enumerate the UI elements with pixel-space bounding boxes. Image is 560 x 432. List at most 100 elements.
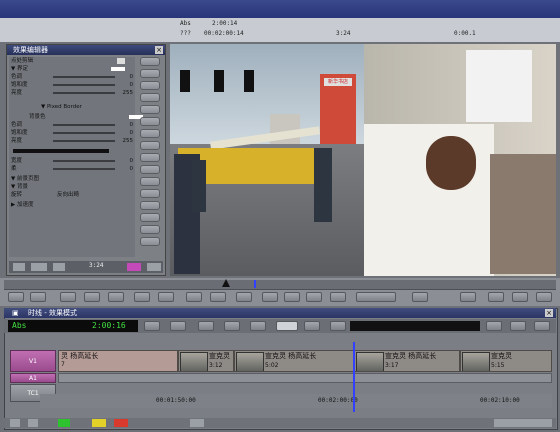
track-label-v1[interactable]: V1 [10,350,56,372]
param-row[interactable]: 亮度 255 [11,137,135,145]
timeline-tool-button[interactable] [304,321,320,331]
no-entry-icon[interactable] [198,321,214,331]
play-reverse-button[interactable] [284,292,300,302]
audio-icon[interactable] [330,321,346,331]
in-marker-icon[interactable] [222,279,230,287]
ruler-tick-label: 00:02:00:00 [318,397,358,404]
timeline-title: 时线 - 效果模式 [28,309,77,317]
param-row[interactable]: 色调 0 [11,121,135,129]
settings-icon[interactable] [28,419,38,427]
param-row[interactable]: ▼ 界定 [11,65,135,73]
step-back-button[interactable] [236,292,252,302]
side-button[interactable] [140,141,160,150]
splice-button[interactable] [60,292,76,302]
close-icon[interactable]: × [545,309,553,317]
keyframe-icon[interactable] [13,263,25,271]
effect-editor-panel: 效果编辑器 × 点处剪辑 ▼ 界定 色调 0 饱和度 0 亮度 255 ▼ Pixed… [6,44,166,276]
timeline-position-indicator[interactable] [353,342,355,412]
step-back-one-button[interactable] [262,292,278,302]
param-row[interactable]: 饱和度 0 [11,129,135,137]
zoom-icon[interactable] [140,177,160,186]
patient-image [426,136,476,190]
param-row[interactable]: 柔0 [11,165,135,173]
mark-out-button[interactable] [30,292,46,302]
track-label-a1[interactable]: A1 [10,373,56,383]
timeline-abs-label: Abs [12,321,27,330]
track-icon[interactable] [10,419,20,427]
param-row[interactable]: 亮度 255 [11,89,135,97]
timeline-clip[interactable]: 宣克灵 杨高延长 5:02 [234,350,354,372]
side-button[interactable] [140,165,160,174]
timeline-clip[interactable]: 灵 杨高延长 7 [58,350,178,372]
render-icon[interactable] [127,263,141,271]
timeline-clip[interactable]: 宣克灵 杨高延长 3:17 [354,350,460,372]
position-marker[interactable] [254,280,256,288]
side-button[interactable] [140,153,160,162]
green-status-icon[interactable] [58,419,70,427]
timeline-clip[interactable]: 宣克灵 5:15 [460,350,552,372]
timeline-title-bar: ▣ 时线 - 效果模式 × [4,308,556,318]
side-button[interactable] [140,93,160,102]
options-button[interactable] [536,292,552,302]
zoom-in-button[interactable] [488,292,504,302]
play-icon[interactable] [140,213,160,222]
track-tool-button[interactable] [144,321,160,331]
param-row[interactable]: 背景色 [11,113,153,121]
param-row[interactable]: ▼ 背景 [11,183,135,191]
scrub-bar[interactable] [4,279,556,290]
side-button[interactable] [140,117,160,126]
timeline-clip[interactable]: 宣克灵 3:12 [178,350,234,372]
play-button[interactable] [356,292,396,302]
side-button[interactable] [140,81,160,90]
param-row[interactable]: ▼ 前景页图 [11,175,135,183]
lift-button[interactable] [84,292,100,302]
hand-icon[interactable] [140,189,160,198]
grid-icon[interactable] [53,263,65,271]
go-end-button[interactable] [412,292,428,302]
frame-icon[interactable] [140,201,160,210]
param-row[interactable]: 色调 0 [11,73,135,81]
horizontal-scrollbar[interactable] [494,419,552,427]
param-row[interactable]: 宽度 0 [11,157,135,165]
list-view-button[interactable] [486,321,502,331]
zoom-out-button[interactable] [512,292,528,302]
extract-button[interactable] [108,292,124,302]
step-icon[interactable] [140,225,160,234]
side-button[interactable] [140,69,160,78]
split-tool-button[interactable] [250,321,266,331]
side-button[interactable] [140,129,160,138]
menu-button[interactable] [534,321,550,331]
close-icon[interactable]: × [155,46,163,54]
trim-button[interactable] [186,292,202,302]
sign-text: 新华书店 [324,78,352,86]
loop-icon[interactable] [140,237,160,246]
effect-mode-button[interactable] [276,321,298,331]
lift-tool-button[interactable] [224,321,240,331]
section-header: 点处剪辑 [11,57,135,65]
zoom-icon[interactable] [31,263,47,271]
side-button[interactable] [140,105,160,114]
step-forward-one-button[interactable] [306,292,322,302]
param-row[interactable]: 饱和度 0 [11,81,135,89]
red-status-icon[interactable] [114,419,128,427]
go-start-button[interactable] [210,292,226,302]
side-button[interactable] [140,57,160,66]
render-effect-button[interactable] [460,292,476,302]
mark-in-button[interactable] [8,292,24,302]
segment-tool-button[interactable] [170,321,186,331]
ruler-tick-label: 00:01:50:00 [156,397,196,404]
worker-image [192,160,206,212]
overwrite-button[interactable] [134,292,150,302]
audio-track-lane[interactable] [58,373,552,383]
effect-editor-title-text: 效果编辑器 [13,46,48,54]
param-row[interactable]: ▶ 加速度 [11,201,135,209]
yellow-status-icon[interactable] [92,419,106,427]
effect-side-buttons [139,57,161,269]
settings-icon[interactable] [147,263,161,271]
step-forward-button[interactable] [330,292,346,302]
grid-view-button[interactable] [510,321,526,331]
param-row[interactable]: 旋转 反向出畸 [11,191,135,199]
match-button[interactable] [158,292,174,302]
clip-thumbnail [462,352,490,371]
scroll-button[interactable] [190,419,204,427]
